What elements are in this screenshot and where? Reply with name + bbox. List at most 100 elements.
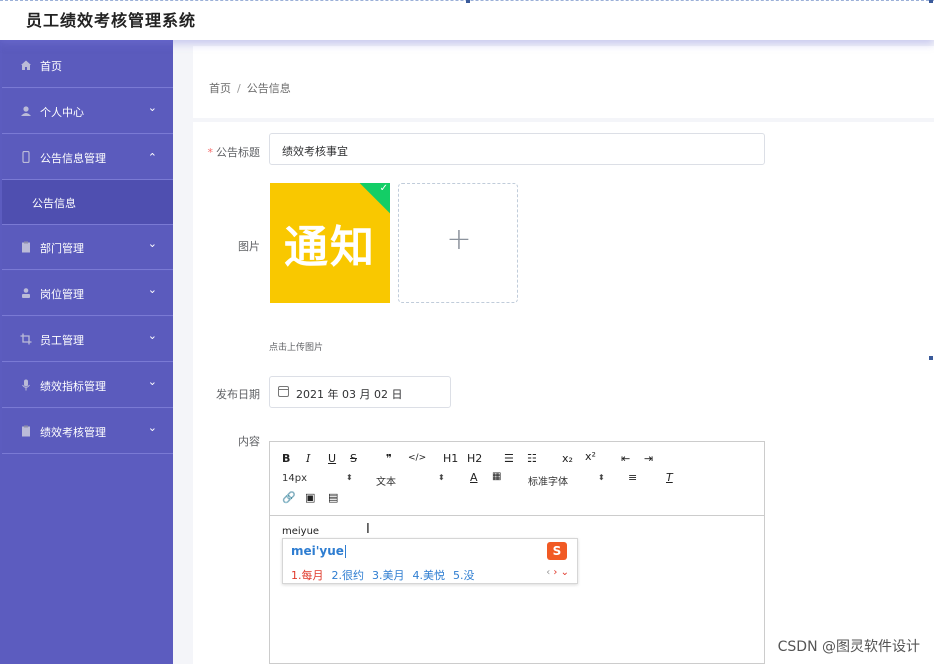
notice-form: * 公告标题 绩效考核事宜 图片 通知 ✓ + 点击上传图片 发布日期 2021 … xyxy=(193,122,934,664)
indent-button[interactable]: ⇥ xyxy=(644,452,653,465)
superscript-button[interactable]: x² xyxy=(585,450,596,463)
bullet-list-button[interactable]: ☷ xyxy=(527,452,537,465)
ime-candidates: 1.每月 2.很约 3.美月 4.美悦 5.没 xyxy=(291,567,483,583)
ordered-list-button[interactable]: ☰ xyxy=(504,452,514,465)
editor-toolbar: B I U S ❞ </> H1 H2 ☰ ☷ x₂ x² ⇤ ⇥ 14px ⬍… xyxy=(270,442,764,516)
chevron-left-icon[interactable]: ‹ xyxy=(546,567,550,578)
chevron-down-icon: ⌄ xyxy=(147,283,157,296)
chevron-right-icon[interactable]: › xyxy=(553,567,557,578)
chevron-down-icon[interactable]: ⌄ xyxy=(561,567,569,578)
chevron-down-icon: ⌄ xyxy=(147,421,157,434)
rich-text-editor[interactable]: B I U S ❞ </> H1 H2 ☰ ☷ x₂ x² ⇤ ⇥ 14px ⬍… xyxy=(269,441,765,664)
font-size-select[interactable]: 14px xyxy=(282,473,307,484)
breadcrumb-separator: / xyxy=(237,82,241,95)
sidebar-item-label: 员工管理 xyxy=(40,334,84,347)
watermark: CSDN @图灵软件设计 xyxy=(777,639,920,655)
sidebar-item-label: 首页 xyxy=(40,60,62,73)
ime-candidate[interactable]: 4.美悦 xyxy=(413,569,446,582)
selection-handle xyxy=(929,356,933,360)
required-mark: * xyxy=(207,146,214,159)
date-picker[interactable]: 2021 年 03 月 02 日 xyxy=(269,376,451,408)
italic-button[interactable]: I xyxy=(306,452,310,465)
sidebar-item-employee-management[interactable]: 员工管理 ⌄ xyxy=(2,317,173,362)
select-arrow-icon: ⬍ xyxy=(438,473,445,482)
font-family-select[interactable]: 标准字体 xyxy=(528,473,568,488)
code-button[interactable]: </> xyxy=(408,453,426,463)
sidebar-item-kpi-management[interactable]: 绩效指标管理 ⌄ xyxy=(2,363,173,408)
selection-handle xyxy=(466,0,470,3)
ime-composition-text: mei'yue xyxy=(291,544,344,558)
align-icon[interactable]: ≡ xyxy=(628,471,637,484)
notice-image-text: 通知 xyxy=(284,222,376,273)
sogou-logo-icon: S xyxy=(547,542,567,560)
chevron-up-icon: ⌃ xyxy=(147,151,157,164)
uploaded-image[interactable]: 通知 ✓ xyxy=(270,183,390,303)
background-color-icon[interactable]: ▦ xyxy=(492,471,501,482)
ime-candidate[interactable]: 3.美月 xyxy=(372,569,405,582)
editor-content[interactable]: meiyue xyxy=(282,526,319,537)
video-icon[interactable]: ▤ xyxy=(328,491,338,504)
crop-icon xyxy=(20,333,32,345)
chevron-down-icon: ⌄ xyxy=(147,329,157,342)
image-upload-button[interactable]: + xyxy=(398,183,518,303)
selection-handle xyxy=(929,0,933,3)
title-input[interactable]: 绩效考核事宜 xyxy=(269,133,765,165)
chevron-down-icon: ⌄ xyxy=(147,101,157,114)
strike-button[interactable]: S xyxy=(350,452,357,465)
top-header: 员工绩效考核管理系统 xyxy=(0,0,934,40)
sidebar-item-notice-management[interactable]: 公告信息管理 ⌃ xyxy=(2,135,173,180)
ime-candidate[interactable]: 2.很约 xyxy=(332,569,365,582)
image-label: 图片 xyxy=(238,240,260,253)
check-icon: ✓ xyxy=(379,183,388,194)
chevron-down-icon: ⌄ xyxy=(147,237,157,250)
font-color-button[interactable]: A xyxy=(470,471,478,484)
sidebar-item-label: 部门管理 xyxy=(40,242,84,255)
bold-button[interactable]: B xyxy=(282,452,290,465)
sidebar-subitem-label: 公告信息 xyxy=(32,197,76,210)
ime-candidate[interactable]: 5.没 xyxy=(453,569,475,582)
upload-hint: 点击上传图片 xyxy=(269,343,324,353)
outdent-button[interactable]: ⇤ xyxy=(621,452,630,465)
underline-button[interactable]: U xyxy=(328,452,336,465)
breadcrumb: 首页 / 公告信息 xyxy=(209,80,291,96)
ime-caret xyxy=(344,545,346,558)
text-cursor-icon: I xyxy=(366,522,370,537)
breadcrumb-card: 首页 / 公告信息 xyxy=(193,46,934,118)
heading1-button[interactable]: H1 xyxy=(443,452,458,465)
ime-candidate-window: mei'yue S 1.每月 2.很约 3.美月 4.美悦 5.没 ‹ › ⌄ xyxy=(282,538,578,584)
sidebar-item-label: 绩效考核管理 xyxy=(40,426,106,439)
breadcrumb-current: 公告信息 xyxy=(246,82,291,95)
sidebar: 首页 个人中心 ⌄ 公告信息管理 ⌃ 公告信息 部门管理 ⌄ 岗位管理 ⌄ 员工… xyxy=(0,40,173,664)
link-icon[interactable]: 🔗 xyxy=(282,491,296,504)
breadcrumb-home[interactable]: 首页 xyxy=(209,82,231,95)
chevron-down-icon: ⌄ xyxy=(147,375,157,388)
content-label: 内容 xyxy=(238,435,260,448)
mic-icon xyxy=(22,379,30,391)
title-label-text: 公告标题 xyxy=(216,146,260,159)
sidebar-item-department-management[interactable]: 部门管理 ⌄ xyxy=(2,225,173,270)
blockquote-button[interactable]: ❞ xyxy=(386,452,392,465)
date-value: 2021 年 03 月 02 日 xyxy=(296,388,403,401)
plus-icon: + xyxy=(446,222,472,257)
app-title: 员工绩效考核管理系统 xyxy=(26,11,197,30)
sidebar-item-label: 岗位管理 xyxy=(40,288,84,301)
ime-nav: ‹ › ⌄ xyxy=(546,567,569,578)
home-icon xyxy=(21,60,31,70)
ime-candidate[interactable]: 1.每月 xyxy=(291,569,324,582)
sidebar-item-home[interactable]: 首页 xyxy=(2,43,173,88)
sidebar-item-position-management[interactable]: 岗位管理 ⌄ xyxy=(2,271,173,316)
phone-icon xyxy=(22,151,30,163)
person-icon xyxy=(22,288,30,298)
sidebar-item-appraisal-management[interactable]: 绩效考核管理 ⌄ xyxy=(2,409,173,454)
user-icon xyxy=(21,106,31,116)
sidebar-item-label: 个人中心 xyxy=(40,106,84,119)
subscript-button[interactable]: x₂ xyxy=(562,452,573,465)
calendar-icon xyxy=(278,386,289,397)
text-type-select[interactable]: 文本 xyxy=(376,473,396,488)
sidebar-item-personal-center[interactable]: 个人中心 ⌄ xyxy=(2,89,173,134)
clear-format-icon[interactable]: T xyxy=(666,471,673,484)
sidebar-subitem-notice-info[interactable]: 公告信息 xyxy=(2,180,173,225)
sidebar-item-label: 公告信息管理 xyxy=(40,152,106,165)
image-icon[interactable]: ▣ xyxy=(305,491,315,504)
heading2-button[interactable]: H2 xyxy=(467,452,482,465)
